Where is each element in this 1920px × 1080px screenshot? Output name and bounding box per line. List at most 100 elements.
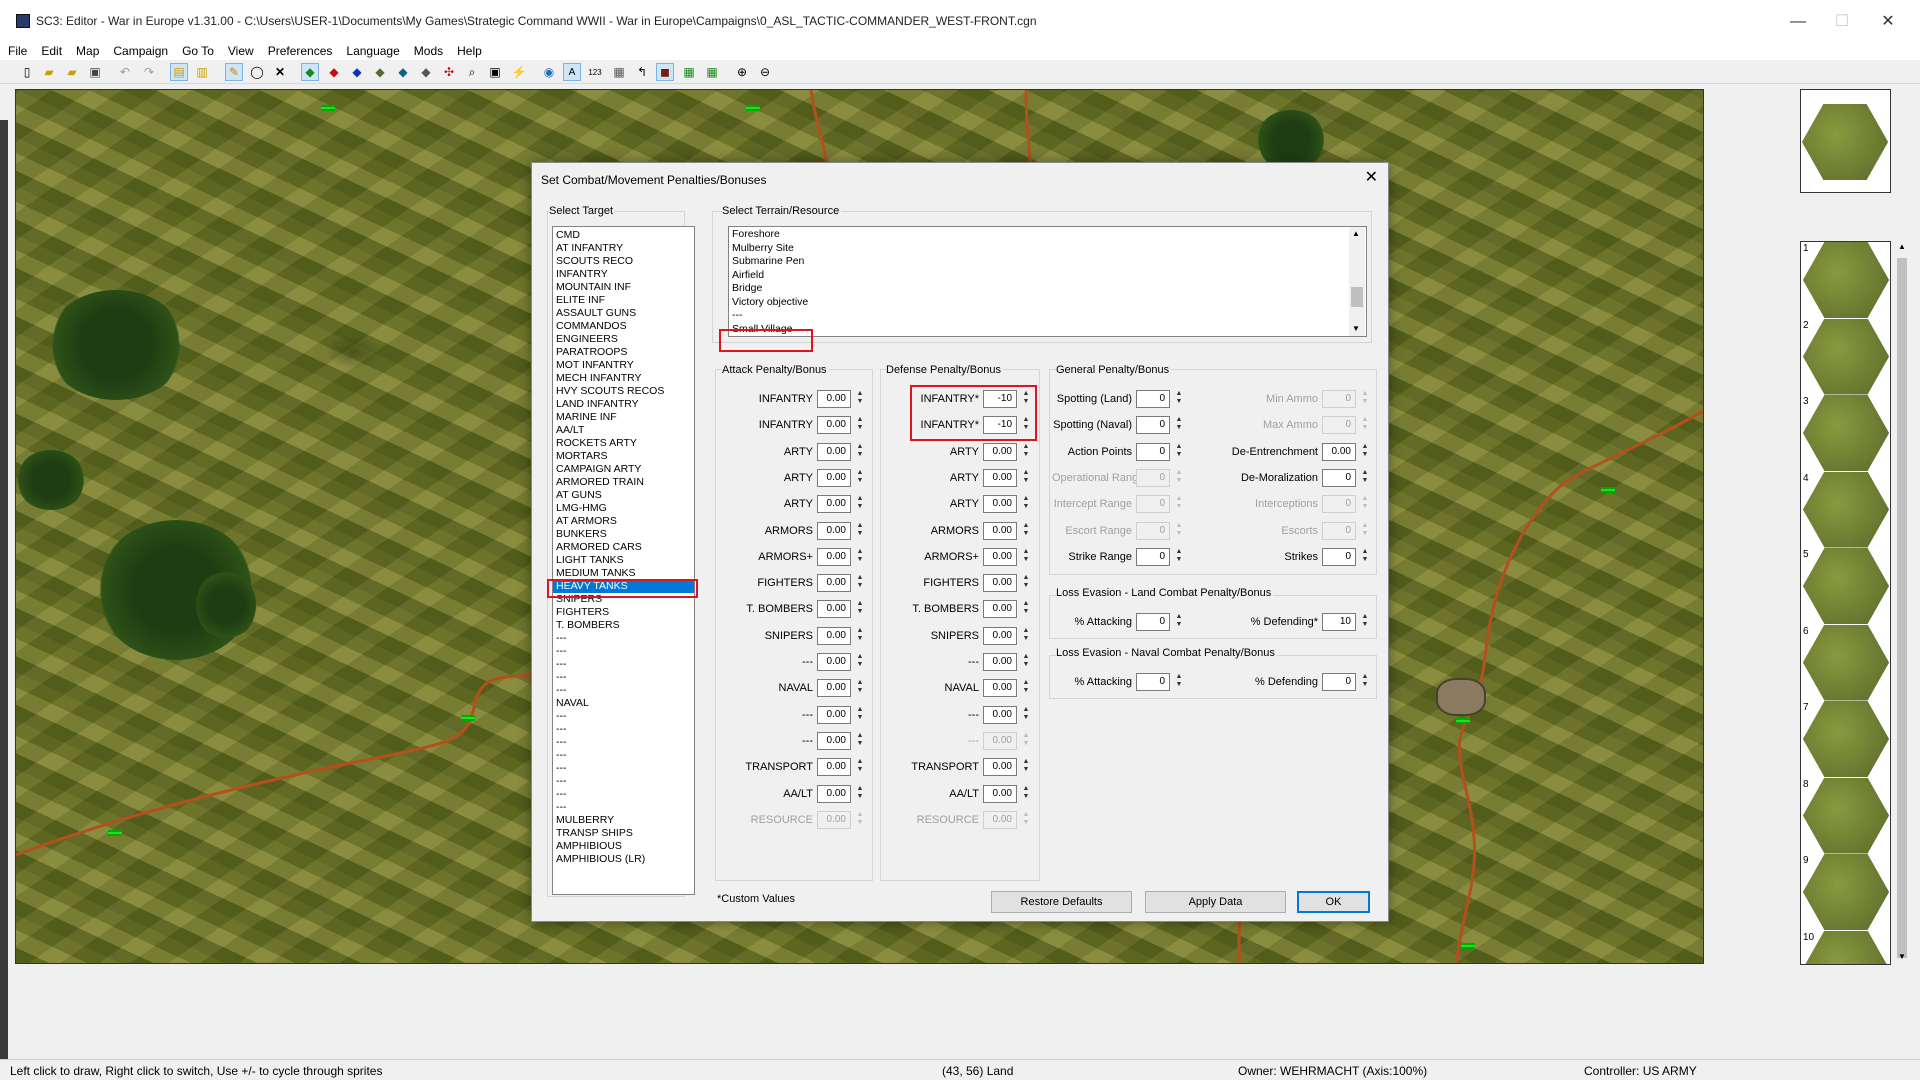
land-unit-icon[interactable]: ◆ <box>301 63 319 81</box>
target-list-item[interactable]: --- <box>553 645 694 658</box>
target-list-item[interactable]: AT ARMORS <box>553 515 694 528</box>
target-list-item[interactable]: AMPHIBIOUS (LR) <box>553 853 694 866</box>
target-list-item[interactable]: ROCKETS ARTY <box>553 437 694 450</box>
target-list-item[interactable]: MECH INFANTRY <box>553 372 694 385</box>
spinner-icon[interactable]: ▲ ▼ <box>1020 653 1032 671</box>
attack-value-input[interactable]: 0.00 <box>817 547 851 566</box>
general-left-value-input[interactable]: 0 <box>1136 390 1170 408</box>
new-icon[interactable]: ▯ <box>18 63 36 81</box>
attack-value-input[interactable]: 0.00 <box>817 758 851 777</box>
sprite-hex[interactable] <box>1803 471 1889 548</box>
target-list-item[interactable]: NAVAL <box>553 697 694 710</box>
spinner-icon[interactable]: ▲ ▼ <box>1173 416 1185 434</box>
menu-campaign[interactable]: Campaign <box>105 43 174 60</box>
target-list-item[interactable]: AMPHIBIOUS <box>553 840 694 853</box>
target-list-item[interactable]: --- <box>553 801 694 814</box>
target-list-item[interactable]: BUNKERS <box>553 528 694 541</box>
spinner-icon[interactable]: ▲ ▼ <box>1359 443 1371 461</box>
sea-icon[interactable]: ◆ <box>394 63 412 81</box>
menu-edit[interactable]: Edit <box>33 43 68 60</box>
target-list-item[interactable]: LMG-HMG <box>553 502 694 515</box>
loss-land-attacking-input[interactable]: 0 <box>1136 613 1170 631</box>
numbers-icon[interactable]: 123 <box>586 63 604 81</box>
defense-value-input[interactable]: 0.00 <box>983 705 1017 724</box>
target-listbox[interactable]: CMD AT INFANTRY SCOUTS RECO INFANTRY MOUNTAI… <box>552 226 695 895</box>
lock-icon[interactable]: ▥ <box>193 63 211 81</box>
terrain-list-item[interactable]: Bridge <box>729 282 1366 296</box>
apply-data-button[interactable]: Apply Data <box>1145 891 1286 913</box>
spinner-icon[interactable]: ▲ ▼ <box>1020 522 1032 540</box>
spinner-icon[interactable]: ▲ ▼ <box>854 469 866 487</box>
target-list-item[interactable]: CMD <box>553 229 694 242</box>
search-icon[interactable]: ⌕ <box>463 63 481 81</box>
spinner-icon[interactable]: ▲ ▼ <box>1020 758 1032 776</box>
spinner-icon[interactable]: ▲ ▼ <box>854 574 866 592</box>
target-list-item[interactable]: MOT INFANTRY <box>553 359 694 372</box>
spinner-icon[interactable]: ▲ ▼ <box>1173 613 1185 631</box>
target-list-item[interactable]: --- <box>553 710 694 723</box>
terrain-list-item[interactable]: --- <box>729 309 1366 323</box>
target-list-item[interactable]: AT GUNS <box>553 489 694 502</box>
general-right-value-input[interactable]: 0 <box>1322 468 1356 487</box>
attack-value-input[interactable]: 0.00 <box>817 705 851 724</box>
supply-icon[interactable]: ▦ <box>703 63 721 81</box>
menu-goto[interactable]: Go To <box>174 43 220 60</box>
spinner-icon[interactable]: ▲ ▼ <box>1020 679 1032 697</box>
general-left-value-input[interactable]: 0 <box>1136 547 1170 566</box>
menu-view[interactable]: View <box>220 43 260 60</box>
terrain-list-item[interactable]: Small Village <box>729 323 1366 337</box>
spinner-icon[interactable]: ▲ ▼ <box>1020 706 1032 724</box>
spinner-icon[interactable]: ▲ ▼ <box>1020 495 1032 513</box>
target-list-item[interactable]: LIGHT TANKS <box>553 554 694 567</box>
sprite-hex[interactable] <box>1803 930 1889 964</box>
delete-icon[interactable]: ✕ <box>271 63 289 81</box>
spinner-icon[interactable]: ▲ ▼ <box>1020 627 1032 645</box>
target-list-item[interactable]: MARINE INF <box>553 411 694 424</box>
spinner-icon[interactable]: ▲ ▼ <box>854 706 866 724</box>
hex-grid-icon[interactable]: ▦ <box>610 63 628 81</box>
target-list-item[interactable]: ASSAULT GUNS <box>553 307 694 320</box>
attack-value-input[interactable]: 0.00 <box>817 600 851 619</box>
scroll-up-icon[interactable]: ▲ <box>1898 242 1906 251</box>
menu-language[interactable]: Language <box>338 43 405 60</box>
defense-value-input[interactable]: 0.00 <box>983 547 1017 566</box>
sprite-hex[interactable] <box>1803 318 1889 395</box>
tile-icon[interactable]: ◼ <box>656 63 674 81</box>
redo-icon[interactable]: ↷ <box>140 63 158 81</box>
globe-icon[interactable]: ◉ <box>540 63 558 81</box>
spinner-icon[interactable]: ▲ ▼ <box>1359 673 1371 691</box>
blue-unit-icon[interactable]: ◆ <box>348 63 366 81</box>
target-list-item[interactable]: SCOUTS RECO <box>553 255 694 268</box>
defense-value-input[interactable]: 0.00 <box>983 653 1017 671</box>
sprite-hex[interactable] <box>1803 701 1889 777</box>
spinner-icon[interactable]: ▲ ▼ <box>1359 613 1371 631</box>
close-window-button[interactable]: ✕ <box>1868 8 1908 36</box>
general-left-value-input[interactable]: 0 <box>1136 442 1170 461</box>
target-list-item[interactable]: --- <box>553 749 694 762</box>
menu-file[interactable]: File <box>0 43 33 60</box>
eraser-icon[interactable]: ◯ <box>248 63 266 81</box>
target-list-item[interactable]: LAND INFANTRY <box>553 398 694 411</box>
unit-marker[interactable] <box>746 105 760 111</box>
defense-value-input[interactable]: 0.00 <box>983 574 1017 593</box>
scroll-up-icon[interactable]: ▲ <box>1352 229 1360 238</box>
target-list-item[interactable]: CAMPAIGN ARTY <box>553 463 694 476</box>
spinner-icon[interactable]: ▲ ▼ <box>854 732 866 750</box>
zoom-in-icon[interactable]: ⊕ <box>733 63 751 81</box>
defense-value-input[interactable]: 0.00 <box>983 468 1017 487</box>
target-list-item[interactable]: ELITE INF <box>553 294 694 307</box>
spinner-icon[interactable]: ▲ ▼ <box>854 785 866 803</box>
spinner-icon[interactable]: ▲ ▼ <box>1359 548 1371 566</box>
menu-help[interactable]: Help <box>449 43 488 60</box>
unit-marker[interactable] <box>108 830 122 836</box>
defense-value-input[interactable]: 0.00 <box>983 442 1017 461</box>
terrain-list-item[interactable]: Victory objective <box>729 296 1366 310</box>
defense-value-input[interactable]: 0.00 <box>983 758 1017 777</box>
sprite-hex[interactable] <box>1803 624 1889 701</box>
target-list-item[interactable]: AA/LT <box>553 424 694 437</box>
restore-defaults-button[interactable]: Restore Defaults <box>991 891 1132 913</box>
red-unit-icon[interactable]: ◆ <box>325 63 343 81</box>
defense-value-input[interactable]: 0.00 <box>983 784 1017 803</box>
maximize-button[interactable]: ☐ <box>1822 8 1862 36</box>
spinner-icon[interactable]: ▲ ▼ <box>854 548 866 566</box>
